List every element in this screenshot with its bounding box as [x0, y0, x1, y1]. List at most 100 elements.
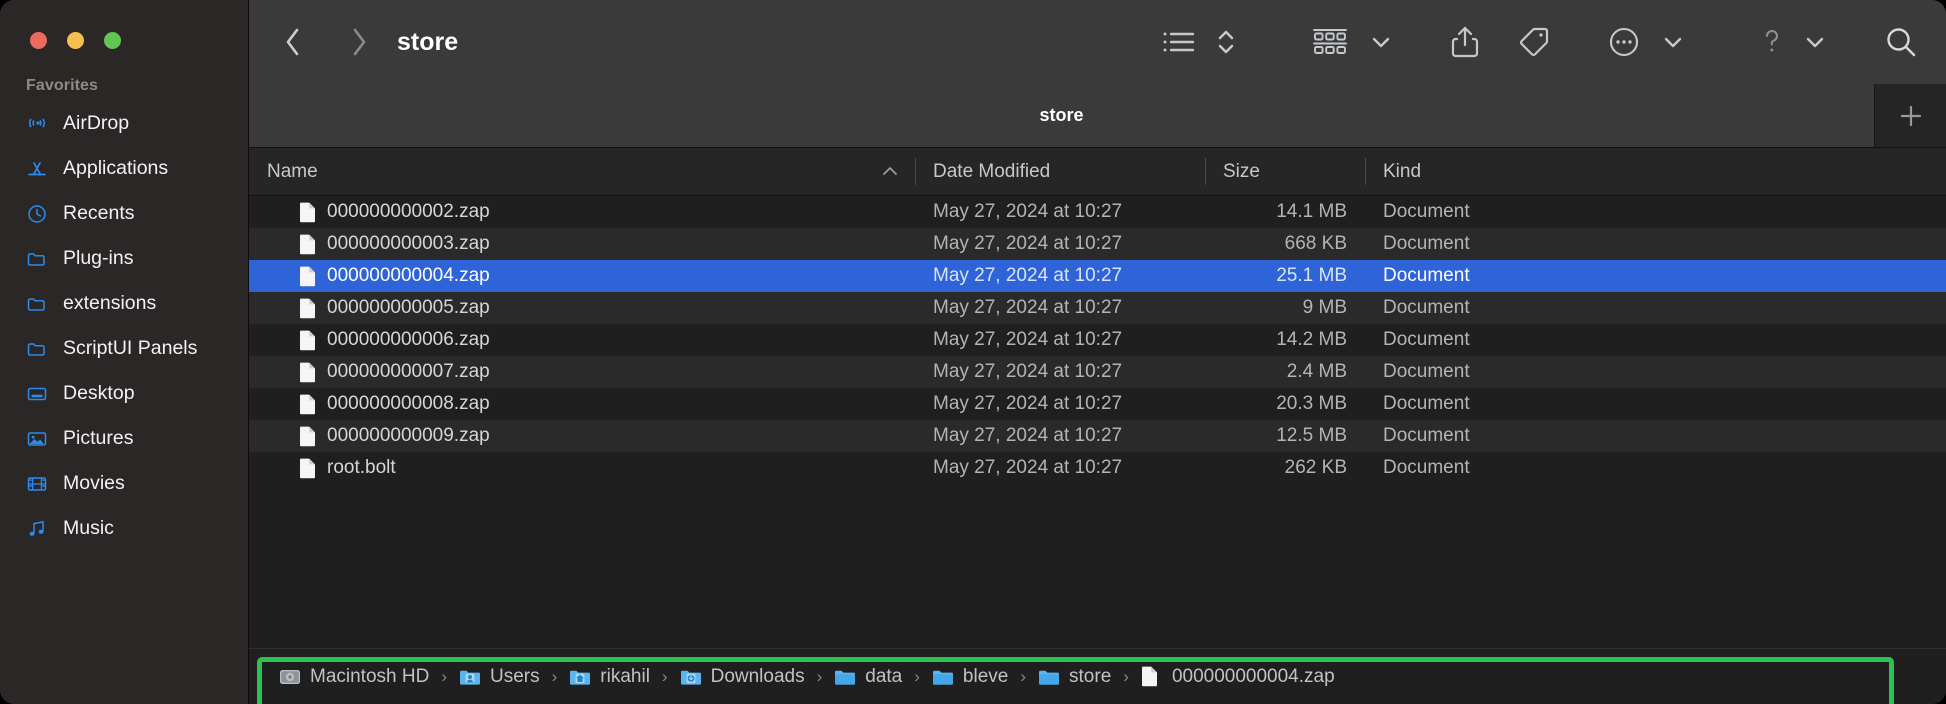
more-actions-button[interactable]	[1602, 20, 1646, 64]
breadcrumb-item[interactable]: store	[1038, 666, 1111, 688]
tag-button[interactable]	[1512, 20, 1556, 64]
breadcrumb-label: Users	[490, 665, 540, 687]
file-size-cell: 14.2 MB	[1276, 329, 1347, 350]
file-list[interactable]: 000000000002.zap May 27, 2024 at 10:27 14.…	[249, 196, 1946, 648]
document-icon	[300, 458, 315, 478]
file-name-label: 000000000003.zap	[327, 233, 490, 254]
table-row[interactable]: 000000000009.zap May 27, 2024 at 10:27 12.…	[249, 420, 1946, 452]
toolbar: store	[249, 0, 1946, 84]
sidebar-item-airdrop[interactable]: AirDrop	[0, 101, 248, 146]
breadcrumb-separator: ›	[661, 666, 668, 686]
back-button[interactable]	[271, 20, 315, 64]
file-size-cell: 9 MB	[1302, 297, 1347, 318]
file-kind-cell: Document	[1383, 457, 1470, 478]
file-date-cell: May 27, 2024 at 10:27	[933, 361, 1123, 382]
file-kind-cell: Document	[1383, 425, 1470, 446]
maximize-window-button[interactable]	[104, 32, 121, 49]
document-icon	[300, 330, 315, 350]
file-size-cell: 25.1 MB	[1276, 265, 1347, 286]
close-window-button[interactable]	[30, 32, 47, 49]
table-row[interactable]: 000000000006.zap May 27, 2024 at 10:27 14.…	[249, 324, 1946, 356]
column-header-kind[interactable]: Kind	[1365, 148, 1946, 195]
help-button[interactable]	[1754, 20, 1790, 64]
file-name-cell: 000000000007.zap	[249, 361, 915, 383]
table-row[interactable]: 000000000004.zap May 27, 2024 at 10:27 25.…	[249, 260, 1946, 292]
breadcrumb-item[interactable]: 000000000004.zap	[1141, 666, 1335, 688]
tab-store[interactable]: store	[249, 84, 1874, 147]
more-actions-dropdown[interactable]	[1656, 20, 1690, 64]
group-by-button[interactable]	[1306, 20, 1354, 64]
document-icon	[299, 362, 316, 383]
breadcrumb-item[interactable]: rikahil	[569, 666, 650, 688]
share-button[interactable]	[1444, 20, 1486, 64]
file-kind-cell: Document	[1383, 329, 1470, 350]
column-headers: Name Date Modified Size Kind	[249, 148, 1946, 196]
file-name-label: root.bolt	[327, 457, 396, 478]
table-row[interactable]: 000000000007.zap May 27, 2024 at 10:27 2.4…	[249, 356, 1946, 388]
main-panel: store store Name Date Modified Size Kind…	[248, 0, 1946, 704]
file-kind-cell: Document	[1383, 265, 1470, 286]
sort-ascending-icon	[881, 161, 899, 183]
search-button[interactable]	[1878, 20, 1924, 64]
file-date-cell: May 27, 2024 at 10:27	[933, 201, 1123, 222]
file-size-cell: 262 KB	[1284, 457, 1347, 478]
sidebar-item-plug-ins[interactable]: Plug-ins	[0, 236, 248, 281]
file-date-cell: May 27, 2024 at 10:27	[933, 233, 1123, 254]
sidebar-item-scriptui-panels[interactable]: ScriptUI Panels	[0, 326, 248, 371]
file-name-label: 000000000002.zap	[327, 201, 490, 222]
sidebar-item-extensions[interactable]: extensions	[0, 281, 248, 326]
document-icon	[300, 202, 315, 222]
breadcrumb-separator: ›	[441, 666, 447, 686]
table-row[interactable]: root.bolt May 27, 2024 at 10:27 262 KB Docu…	[249, 452, 1946, 484]
column-header-size[interactable]: Size	[1205, 148, 1365, 195]
document-icon	[299, 458, 316, 479]
document-icon	[1141, 666, 1163, 687]
forward-button[interactable]	[337, 20, 381, 64]
view-list-button[interactable]	[1156, 20, 1202, 64]
file-name-cell: 000000000008.zap	[249, 393, 915, 415]
file-date-cell: May 27, 2024 at 10:27	[933, 393, 1123, 414]
minimize-window-button[interactable]	[67, 32, 84, 49]
folder-icon	[26, 293, 48, 315]
sidebar-item-desktop[interactable]: Desktop	[0, 371, 248, 416]
sidebar-item-applications[interactable]: Applications	[0, 146, 248, 191]
help-dropdown[interactable]	[1798, 20, 1832, 64]
sidebar-item-label: extensions	[63, 292, 157, 314]
file-date-cell: May 27, 2024 at 10:27	[933, 425, 1123, 446]
file-date-cell: May 27, 2024 at 10:27	[933, 297, 1123, 318]
table-row[interactable]: 000000000008.zap May 27, 2024 at 10:27 20.…	[249, 388, 1946, 420]
view-options-button[interactable]	[1210, 20, 1242, 64]
breadcrumb-item[interactable]: data	[834, 666, 902, 688]
breadcrumb-item[interactable]: Macintosh HD	[279, 666, 429, 688]
breadcrumb-label: data	[865, 665, 903, 687]
file-kind-cell: Document	[1383, 297, 1470, 318]
clock-icon	[26, 203, 48, 225]
group-by-dropdown[interactable]	[1364, 20, 1398, 64]
document-icon	[299, 394, 316, 415]
file-kind-cell: Document	[1383, 393, 1470, 414]
column-header-name[interactable]: Name	[249, 148, 915, 195]
document-icon	[300, 426, 315, 446]
file-date-cell: May 27, 2024 at 10:27	[933, 265, 1123, 286]
table-row[interactable]: 000000000003.zap May 27, 2024 at 10:27 668…	[249, 228, 1946, 260]
table-row[interactable]: 000000000002.zap May 27, 2024 at 10:27 14.…	[249, 196, 1946, 228]
path-bar[interactable]: Macintosh HD › Users › rikahil › Downloads › dat…	[257, 649, 1946, 704]
column-header-date-modified[interactable]: Date Modified	[915, 148, 1205, 195]
breadcrumb-item[interactable]: bleve	[932, 666, 1008, 688]
sidebar-item-recents[interactable]: Recents	[0, 191, 248, 236]
sidebar-item-music[interactable]: Music	[0, 506, 248, 551]
traffic-lights	[0, 0, 248, 49]
sidebar-item-pictures[interactable]: Pictures	[0, 416, 248, 461]
sidebar-item-movies[interactable]: Movies	[0, 461, 248, 506]
file-name-label: 000000000007.zap	[327, 361, 490, 382]
new-tab-button[interactable]	[1874, 84, 1946, 147]
breadcrumb-item[interactable]: Downloads	[680, 666, 805, 688]
desktop-icon	[26, 383, 48, 405]
breadcrumb-item[interactable]: Users	[459, 666, 540, 688]
folder-icon	[834, 667, 856, 687]
document-icon	[300, 362, 315, 382]
document-icon	[299, 202, 316, 223]
file-size-cell: 668 KB	[1284, 233, 1347, 254]
column-header-label: Size	[1223, 160, 1260, 182]
table-row[interactable]: 000000000005.zap May 27, 2024 at 10:27 9 M…	[249, 292, 1946, 324]
